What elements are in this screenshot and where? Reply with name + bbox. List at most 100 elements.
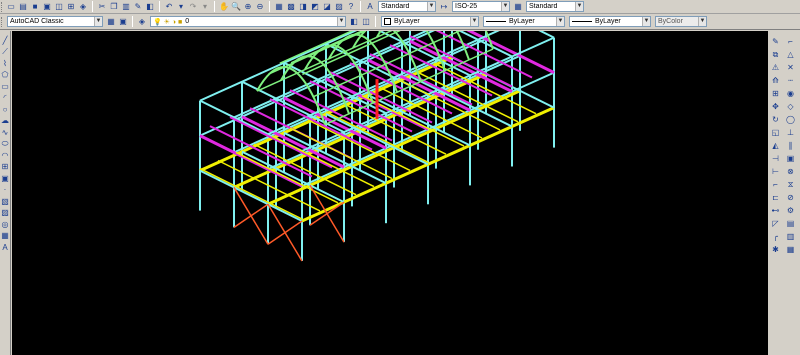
snap-insert-icon[interactable]: ▣ bbox=[786, 154, 796, 164]
plot-icon[interactable]: ▣ bbox=[42, 2, 52, 12]
extend-icon[interactable]: ⊢ bbox=[771, 167, 781, 177]
quickcalc-icon[interactable]: ▨ bbox=[334, 2, 344, 12]
rectangle-icon[interactable]: ▭ bbox=[0, 82, 10, 92]
polyline-icon[interactable]: ⌇ bbox=[0, 59, 10, 69]
workspace-save-icon[interactable]: ▣ bbox=[118, 17, 128, 27]
snap-center-icon[interactable]: ◉ bbox=[786, 89, 796, 99]
help-icon[interactable]: ? bbox=[346, 2, 356, 12]
text-style-icon[interactable]: A bbox=[365, 2, 375, 12]
break-at-point-icon[interactable]: ⌐ bbox=[771, 180, 781, 190]
sheet-set-icon[interactable]: ◩ bbox=[310, 2, 320, 12]
fillet-icon[interactable]: ╭ bbox=[771, 232, 781, 242]
publish-icon[interactable]: ⊞ bbox=[66, 2, 76, 12]
toolbar-grip[interactable] bbox=[1, 1, 4, 12]
snap-nearest-icon[interactable]: ⧖ bbox=[786, 180, 796, 190]
draworder-above-icon[interactable]: ▦ bbox=[786, 245, 796, 255]
3d-dwf-icon[interactable]: ◈ bbox=[78, 2, 88, 12]
point-icon[interactable]: · bbox=[0, 185, 10, 196]
polygon-icon[interactable]: ⬠ bbox=[0, 70, 10, 81]
open-icon[interactable]: ▤ bbox=[18, 2, 28, 12]
undo-icon[interactable]: ↶ bbox=[164, 2, 174, 12]
drawing-area[interactable] bbox=[12, 31, 768, 355]
zoom-window-icon[interactable]: ⊕ bbox=[243, 2, 253, 12]
color-dropdown[interactable]: ByLayer ▼ bbox=[381, 16, 479, 27]
design-center-icon[interactable]: ▩ bbox=[286, 2, 296, 12]
plot-preview-icon[interactable]: ◫ bbox=[54, 2, 64, 12]
stretch-icon[interactable]: ◭ bbox=[771, 141, 781, 151]
workspace-settings-icon[interactable]: ▦ bbox=[106, 17, 116, 27]
redo-dropdown-icon[interactable]: ▾ bbox=[200, 2, 210, 12]
match-properties-icon[interactable]: ✎ bbox=[133, 2, 143, 12]
draworder-front-icon[interactable]: ▤ bbox=[786, 219, 796, 229]
snap-quadrant-icon[interactable]: ◇ bbox=[786, 102, 796, 112]
layer-previous-icon[interactable]: ◫ bbox=[361, 17, 371, 27]
qnew-icon[interactable]: ▭ bbox=[6, 2, 16, 12]
cut-icon[interactable]: ✂ bbox=[97, 2, 107, 12]
table-style-icon[interactable]: ▦ bbox=[513, 2, 523, 12]
linetype-dropdown[interactable]: ByLayer ▼ bbox=[483, 16, 565, 27]
chamfer-icon[interactable]: ◸ bbox=[771, 219, 781, 229]
snap-extension-icon[interactable]: ┄ bbox=[786, 76, 796, 86]
layer-manager-icon[interactable]: ◈ bbox=[137, 17, 147, 27]
circle-icon[interactable]: ○ bbox=[0, 105, 10, 115]
copy-icon[interactable]: ⧉ bbox=[771, 50, 781, 60]
text-style-dropdown[interactable]: Standard ▼ bbox=[378, 1, 436, 12]
snap-intersection-icon[interactable]: ✕ bbox=[786, 63, 796, 73]
snap-midpoint-icon[interactable]: △ bbox=[786, 50, 796, 60]
snap-parallel-icon[interactable]: ∥ bbox=[786, 141, 796, 151]
snap-perpendicular-icon[interactable]: ⊥ bbox=[786, 128, 796, 138]
break-icon[interactable]: ⊏ bbox=[771, 193, 781, 203]
pan-icon[interactable]: ✋ bbox=[219, 2, 229, 12]
toolbar-grip[interactable] bbox=[1, 16, 4, 27]
snap-endpoint-icon[interactable]: ⌐ bbox=[786, 37, 796, 47]
undo-dropdown-icon[interactable]: ▾ bbox=[176, 2, 186, 12]
array-icon[interactable]: ⊞ bbox=[771, 89, 781, 99]
hatch-icon[interactable]: ▧ bbox=[0, 197, 10, 207]
mtext-icon[interactable]: A bbox=[0, 243, 10, 253]
table-style-dropdown[interactable]: Standard ▼ bbox=[526, 1, 584, 12]
line-icon[interactable]: ╱ bbox=[0, 36, 10, 46]
lineweight-dropdown[interactable]: ByLayer ▼ bbox=[569, 16, 651, 27]
plotstyle-dropdown[interactable]: ByColor ▼ bbox=[655, 16, 707, 27]
dim-style-icon[interactable]: ↦ bbox=[439, 2, 449, 12]
offset-icon[interactable]: ⟰ bbox=[771, 76, 781, 86]
explode-icon[interactable]: ✱ bbox=[771, 245, 781, 255]
workspace-dropdown[interactable]: AutoCAD Classic ▼ bbox=[7, 16, 103, 27]
properties-icon[interactable]: ▦ bbox=[274, 2, 284, 12]
move-icon[interactable]: ✥ bbox=[771, 102, 781, 112]
tool-palettes-icon[interactable]: ◨ bbox=[298, 2, 308, 12]
draworder-back-icon[interactable]: ▥ bbox=[786, 232, 796, 242]
revcloud-icon[interactable]: ☁ bbox=[0, 116, 10, 127]
join-icon[interactable]: ⊷ bbox=[771, 206, 781, 216]
snap-tangent-icon[interactable]: ◯ bbox=[786, 115, 796, 125]
arc-icon[interactable]: ◜ bbox=[0, 93, 10, 104]
region-icon[interactable]: ◎ bbox=[0, 220, 10, 230]
rotate-icon[interactable]: ↻ bbox=[771, 115, 781, 125]
block-editor-icon[interactable]: ◧ bbox=[145, 2, 155, 12]
table-icon[interactable]: ▦ bbox=[0, 231, 10, 242]
zoom-previous-icon[interactable]: ⊖ bbox=[255, 2, 265, 12]
spline-icon[interactable]: ∿ bbox=[0, 128, 10, 138]
construction-line-icon[interactable]: ⟋ bbox=[0, 47, 10, 58]
redo-icon[interactable]: ↷ bbox=[188, 2, 198, 12]
make-block-icon[interactable]: ▣ bbox=[0, 174, 10, 184]
dim-style-dropdown[interactable]: ISO-25 ▼ bbox=[452, 1, 510, 12]
ellipse-arc-icon[interactable]: ◠ bbox=[0, 151, 10, 161]
erase-icon[interactable]: ✎ bbox=[771, 37, 781, 47]
zoom-realtime-icon[interactable]: 🔍 bbox=[231, 2, 241, 12]
layer-dropdown[interactable]: 💡 ☀ ◑ ■ 0 ▼ bbox=[150, 16, 346, 27]
ellipse-icon[interactable]: ⬭ bbox=[0, 139, 10, 150]
snap-none-icon[interactable]: ⊘ bbox=[786, 193, 796, 203]
insert-block-icon[interactable]: ⊞ bbox=[0, 162, 10, 173]
gradient-icon[interactable]: ▨ bbox=[0, 208, 10, 219]
osnap-settings-icon[interactable]: ⚙ bbox=[786, 206, 796, 216]
scale-icon[interactable]: ◱ bbox=[771, 128, 781, 138]
copy-clip-icon[interactable]: ❐ bbox=[109, 2, 119, 12]
trim-icon[interactable]: ⊣ bbox=[771, 154, 781, 164]
markup-icon[interactable]: ◪ bbox=[322, 2, 332, 12]
paste-icon[interactable]: ▥ bbox=[121, 2, 131, 12]
make-current-layer-icon[interactable]: ◧ bbox=[349, 17, 359, 27]
save-icon[interactable]: ■ bbox=[30, 2, 40, 12]
snap-node-icon[interactable]: ⊗ bbox=[786, 167, 796, 177]
mirror-icon[interactable]: ⚠ bbox=[771, 63, 781, 73]
